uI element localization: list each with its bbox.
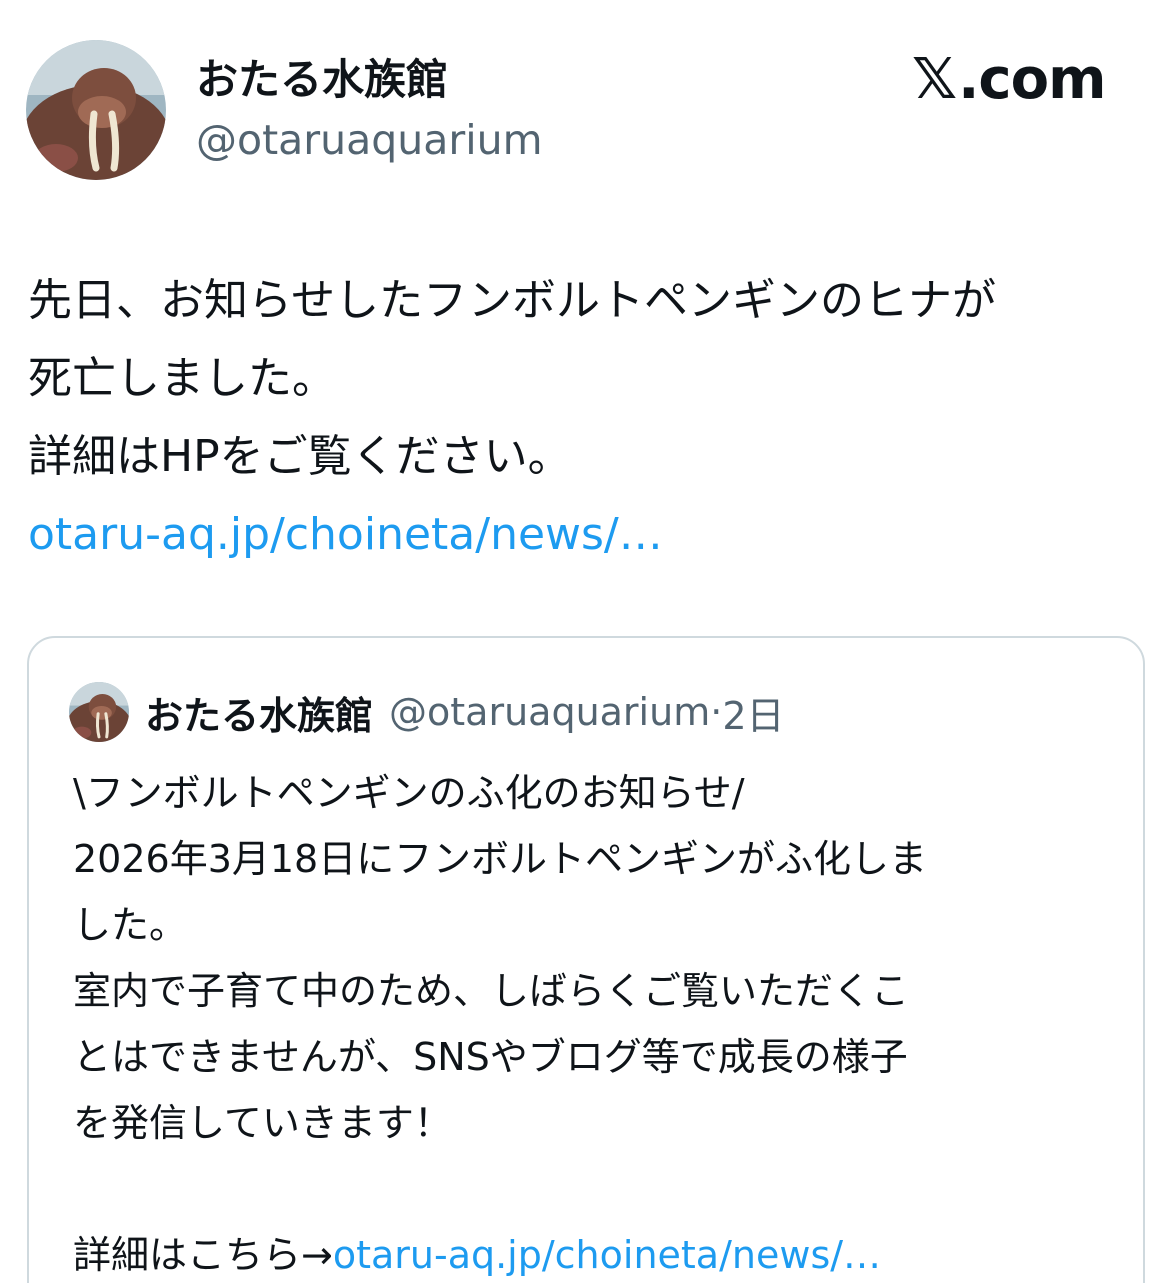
- quoted-link[interactable]: otaru-aq.jp/choineta/news/…: [333, 1233, 881, 1277]
- post-line: 死亡しました。: [28, 353, 336, 404]
- post-text: 先日、お知らせしたフンボルトペンギンのヒナが 死亡しました。 詳細はHPをご覧く…: [28, 262, 1148, 574]
- x-logo-icon: 𝕏: [912, 47, 957, 112]
- walrus-avatar-image: [26, 40, 166, 180]
- quoted-tweet-card[interactable]: おたる水族館 @otaruaquarium · 2日 \フンボルトペンギンのふ化…: [27, 636, 1145, 1283]
- quoted-display-name[interactable]: おたる水族館: [145, 685, 373, 740]
- quoted-line: した。: [73, 903, 188, 947]
- quoted-timestamp[interactable]: 2日: [722, 685, 784, 740]
- quoted-line: \フンボルトペンギンのふ化のお知らせ/: [73, 771, 745, 815]
- quoted-header: おたる水族館 @otaruaquarium · 2日: [145, 682, 785, 742]
- meta-separator: ·: [710, 690, 723, 734]
- quoted-detail-line: 詳細はこちら→otaru-aq.jp/choineta/news/…: [73, 1222, 1113, 1283]
- quoted-line: 2026年3月18日にフンボルトペンギンがふ化しま: [73, 837, 927, 881]
- quoted-handle[interactable]: @otaruaquarium: [389, 690, 710, 734]
- quoted-avatar[interactable]: [69, 682, 129, 742]
- post-link[interactable]: otaru-aq.jp/choineta/news/…: [28, 496, 1148, 574]
- walrus-avatar-image: [69, 682, 129, 742]
- quoted-line: 室内で子育て中のため、しばらくご覧いただくこ: [73, 969, 910, 1013]
- quoted-line: を発信していきます！: [73, 1101, 452, 1145]
- post-line: 詳細はHPをご覧ください。: [28, 431, 572, 482]
- avatar[interactable]: [26, 40, 166, 180]
- brand-suffix: .com: [958, 47, 1106, 112]
- tweet-screenshot: おたる水族館 @otaruaquarium 𝕏 .com 先日、お知らせしたフンボ…: [0, 0, 1170, 1283]
- post-line: 先日、お知らせしたフンボルトペンギンのヒナが: [28, 275, 996, 326]
- quoted-text: \フンボルトペンギンのふ化のお知らせ/ 2026年3月18日にフンボルトペンギン…: [73, 760, 1113, 1283]
- detail-prefix: 詳細はこちら→: [73, 1233, 333, 1277]
- quoted-line: とはできませんが、SNSやブログ等で成長の様子: [73, 1035, 908, 1079]
- author-handle[interactable]: @otaruaquarium: [196, 112, 543, 168]
- x-com-logo: 𝕏 .com: [912, 44, 1106, 116]
- author-display-name[interactable]: おたる水族館: [196, 52, 448, 108]
- quoted-blank-line: [73, 1156, 1113, 1222]
